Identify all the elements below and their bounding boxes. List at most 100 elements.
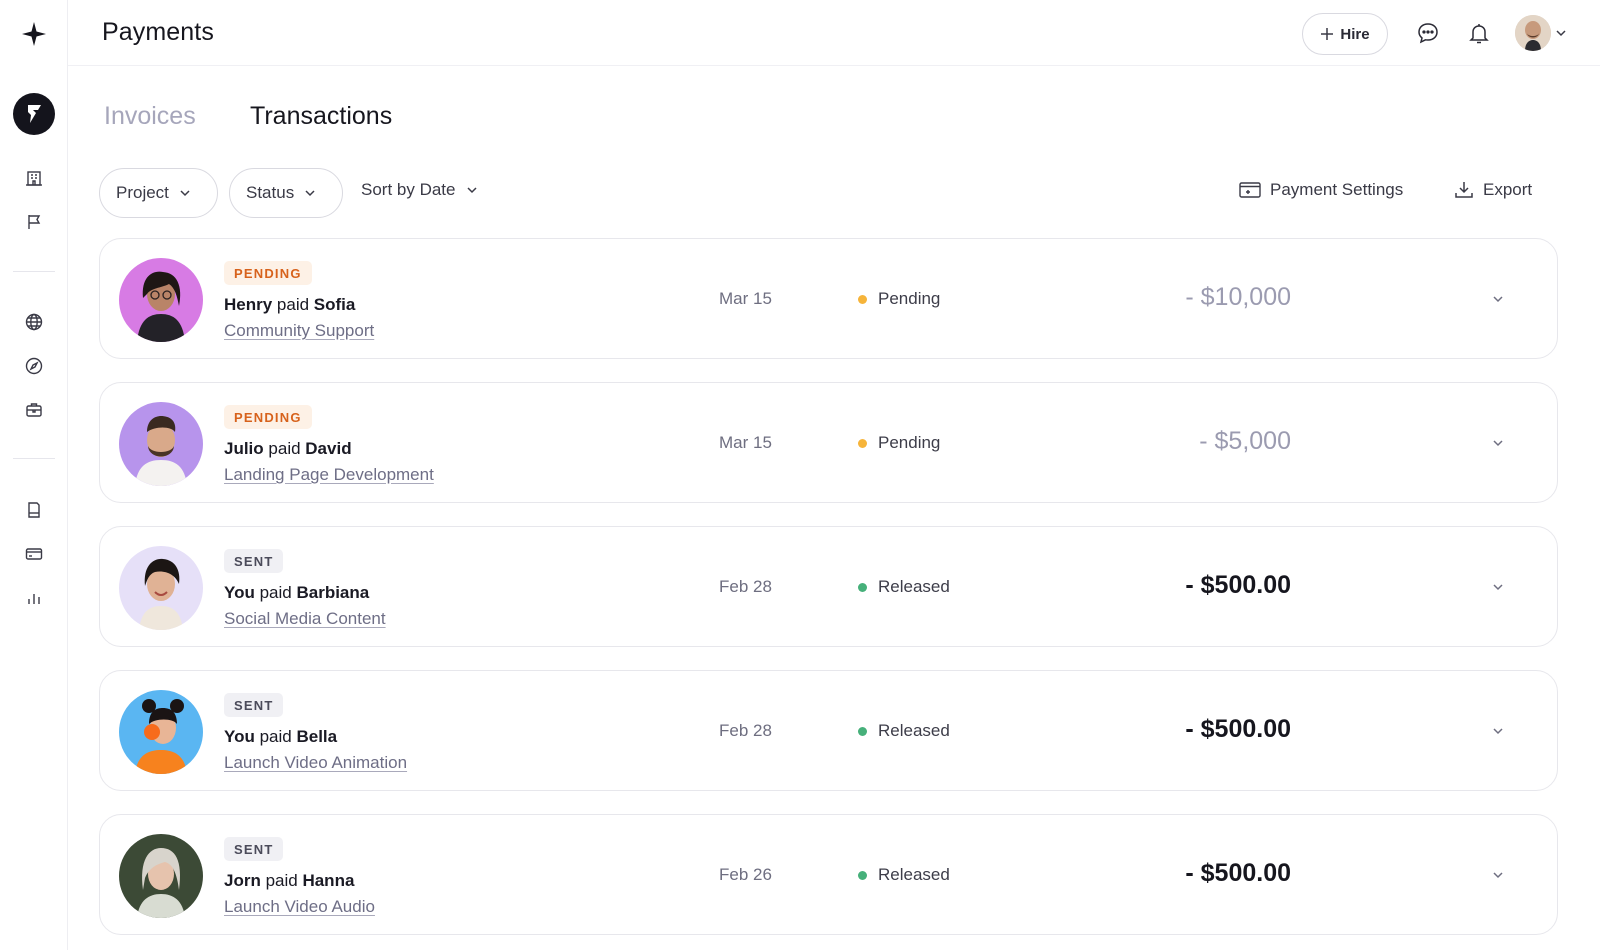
transaction-date: Mar 15 [719,289,772,308]
chevron-down-icon[interactable] [1554,26,1568,40]
transaction-row[interactable]: PENDING Henry paid Sofia Community Suppo… [99,238,1558,359]
spark-logo-icon[interactable] [21,21,47,47]
chevron-down-icon [466,187,477,194]
chevron-down-icon[interactable] [1488,577,1508,597]
user-avatar[interactable] [1515,15,1551,51]
transaction-amount: - $500.00 [1185,859,1291,887]
card-icon[interactable] [24,544,44,564]
project-filter-label: Project [116,183,169,202]
document-icon[interactable] [24,500,44,520]
status-label: Pending [878,433,941,452]
transaction-amount: - $10,000 [1185,283,1291,311]
transaction-row[interactable]: PENDING Julio paid David Landing Page De… [99,382,1558,503]
status-label: Released [878,721,950,740]
status-dot [858,582,867,592]
project-link[interactable]: Social Media Content [224,609,386,629]
status-filter[interactable]: Status [229,168,343,218]
status-badge: PENDING [224,405,312,429]
sidebar-divider [13,458,55,459]
status-filter-label: Status [246,183,295,202]
status-dot [858,438,867,448]
tab-invoices[interactable]: Invoices [104,102,196,131]
project-link[interactable]: Launch Video Audio [224,897,375,917]
transaction-status: Released [858,577,950,597]
transaction-row[interactable]: SENT Jorn paid Hanna Launch Video Audio … [99,814,1558,935]
bell-icon[interactable] [1466,20,1492,46]
bar-chart-icon[interactable] [24,588,44,608]
project-link[interactable]: Landing Page Development [224,465,434,485]
briefcase-icon[interactable] [24,400,44,420]
chevron-down-icon [305,190,315,197]
status-label: Released [878,577,950,596]
chevron-down-icon[interactable] [1488,865,1508,885]
status-badge: SENT [224,693,284,717]
chevron-down-icon[interactable] [1488,289,1508,309]
transaction-date: Feb 26 [719,865,772,884]
transaction-row[interactable]: SENT You paid Bella Launch Video Animati… [99,670,1558,791]
transaction-status: Released [858,865,950,885]
payment-description: Jorn paid Hanna [224,871,354,891]
chevron-down-icon [180,190,190,197]
status-dot [858,294,867,304]
transaction-date: Feb 28 [719,721,772,740]
payee-name: Barbiana [296,583,370,602]
transaction-status: Pending [858,433,940,453]
payment-description: Julio paid David [224,439,352,459]
chat-icon[interactable] [1415,20,1441,46]
flag-icon[interactable] [24,212,44,232]
page-title: Payments [102,18,214,46]
payer-name: Henry [224,295,273,314]
plus-icon [1321,28,1334,40]
sidebar [0,0,68,950]
project-link[interactable]: Launch Video Animation [224,753,407,773]
project-link[interactable]: Community Support [224,321,374,341]
brand-icon[interactable] [13,93,55,135]
payee-name: Sofia [313,295,356,314]
transaction-date: Feb 28 [719,577,772,596]
payment-verb: paid [259,583,292,602]
export-button[interactable]: Export [1454,180,1532,200]
chevron-down-icon[interactable] [1488,433,1508,453]
hire-button[interactable]: Hire [1302,13,1388,55]
payee-name: Bella [296,727,338,746]
payee-avatar [119,402,203,486]
transaction-amount: - $5,000 [1199,427,1291,455]
payer-name: You [224,727,255,746]
transaction-amount: - $500.00 [1185,715,1291,743]
transaction-status: Released [858,721,950,741]
payment-settings-label: Payment Settings [1270,180,1404,199]
payment-verb: paid [265,871,298,890]
payment-verb: paid [268,439,301,458]
sidebar-divider [13,271,55,272]
payee-avatar [119,546,203,630]
payee-avatar [119,834,203,918]
transaction-amount: - $500.00 [1185,571,1291,599]
payer-name: Jorn [224,871,261,890]
payment-settings-button[interactable]: Payment Settings [1239,180,1403,200]
payment-description: You paid Barbiana [224,583,369,603]
status-badge: SENT [224,549,284,573]
project-filter[interactable]: Project [99,168,218,218]
payee-name: Hanna [302,871,355,890]
status-badge: SENT [224,837,284,861]
chevron-down-icon[interactable] [1488,721,1508,741]
status-label: Pending [878,289,941,308]
payment-verb: paid [259,727,292,746]
payer-name: Julio [224,439,264,458]
payment-description: You paid Bella [224,727,337,747]
payee-avatar [119,690,203,774]
tab-transactions[interactable]: Transactions [250,102,392,131]
payee-name: David [305,439,352,458]
compass-icon[interactable] [24,356,44,376]
payee-avatar [119,258,203,342]
payment-card-icon [1239,182,1261,198]
globe-icon[interactable] [24,312,44,332]
transaction-row[interactable]: SENT You paid Barbiana Social Media Cont… [99,526,1558,647]
sort-label: Sort by Date [361,180,456,199]
transaction-date: Mar 15 [719,433,772,452]
export-label: Export [1483,180,1533,199]
building-icon[interactable] [24,168,44,188]
top-bar: Payments Hire [68,0,1600,66]
sort-dropdown[interactable]: Sort by Date [361,180,478,200]
status-badge: PENDING [224,261,312,285]
